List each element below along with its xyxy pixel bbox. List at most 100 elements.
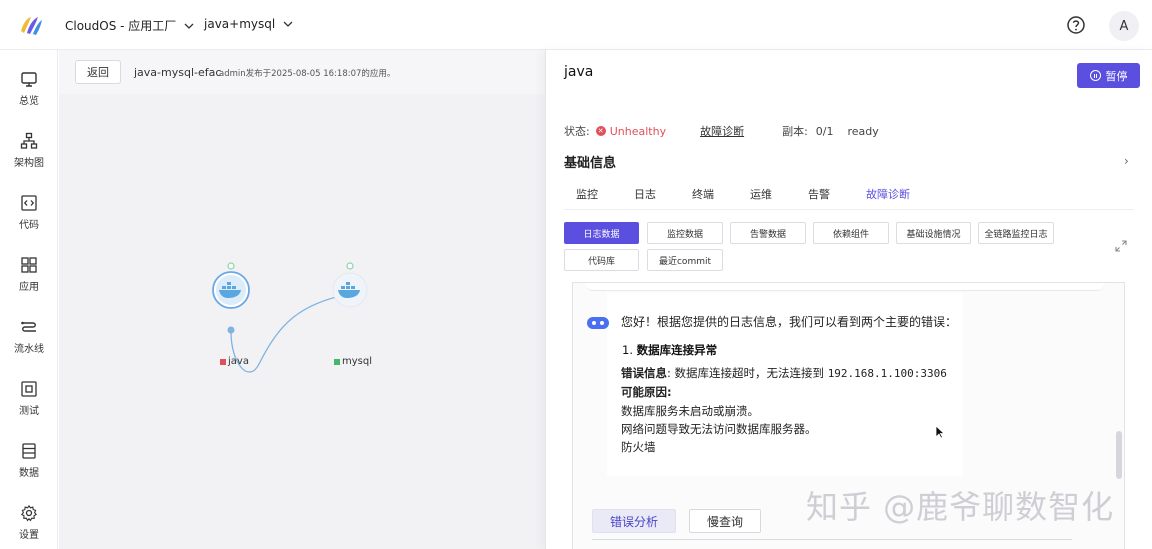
tab-diagnosis[interactable]: 故障诊断 <box>854 182 922 208</box>
tab-logs[interactable]: 日志 <box>622 182 668 208</box>
pause-icon <box>1089 70 1101 81</box>
app-logo-icon[interactable] <box>18 13 44 37</box>
chevron-right-icon[interactable]: › <box>1124 154 1129 168</box>
data-icon <box>22 442 36 459</box>
replica-label: 副本: <box>782 125 808 138</box>
subtab-alert-data[interactable]: 告警数据 <box>730 222 806 244</box>
error-info-line: 错误信息: 数据库连接超时，无法连接到 192.168.1.100:3306 <box>621 365 947 381</box>
subtab-log-data[interactable]: 日志数据 <box>564 222 639 244</box>
status-square <box>220 358 226 365</box>
subtab-infrastructure[interactable]: 基础设施情况 <box>896 222 971 244</box>
mysql-node[interactable] <box>332 272 368 308</box>
sidebar-item-data[interactable]: 数据 <box>0 434 58 486</box>
sidebar-item-label: 数据 <box>19 467 39 479</box>
sidebar-item-pipeline[interactable]: 流水线 <box>0 310 58 362</box>
sidebar-item-label: 总览 <box>19 95 39 107</box>
slow-query-chip[interactable]: 慢查询 <box>689 509 761 533</box>
ready-text: ready <box>847 124 879 138</box>
app-name: java-mysql-efac <box>134 66 222 79</box>
mysql-node-anchor <box>346 262 354 270</box>
issue-title: 数据库连接异常 <box>636 343 718 357</box>
monitor-icon <box>21 71 37 87</box>
cause-item: 防火墙 <box>621 440 656 454</box>
java-node-anchor <box>227 262 235 270</box>
project-selector-label: java+mysql <box>204 17 276 31</box>
tab-divider <box>564 209 1134 210</box>
issue-heading: 1. 数据库连接异常 <box>622 342 717 358</box>
topology-canvas[interactable] <box>59 94 545 549</box>
error-info-label: 错误信息 <box>621 366 667 380</box>
status-row: 状态: ✕ Unhealthy 故障诊断 副本: 0/1 ready <box>564 123 879 139</box>
assistant-greeting: 您好！根据您提供的日志信息，我们可以看到两个主要的错误： <box>621 315 958 329</box>
top-bar: CloudOS - 应用工厂 java+mysql A <box>0 0 1152 50</box>
cause-item: 数据库服务未启动或崩溃。 <box>621 404 759 418</box>
back-button[interactable]: 返回 <box>75 60 121 84</box>
error-info-text: : 数据库连接超时，无法连接到 <box>667 366 825 380</box>
chat-scrollbar[interactable] <box>1116 431 1122 479</box>
sidebar-item-label: 设置 <box>19 529 39 541</box>
tab-alerts[interactable]: 告警 <box>796 182 842 208</box>
sidebar-item-label: 架构图 <box>14 157 44 169</box>
cause-label-line: 可能原因: <box>621 384 672 400</box>
error-address: 192.168.1.100:3306 <box>827 367 947 380</box>
java-node[interactable] <box>212 271 250 309</box>
sidebar-item-test[interactable]: 测试 <box>0 372 58 424</box>
topology-area: 返回 java-mysql-efac admin发布于2025-08-05 16… <box>59 50 545 549</box>
diagnose-link[interactable]: 故障诊断 <box>700 123 744 139</box>
org-selector[interactable]: CloudOS - 应用工厂 <box>65 17 194 34</box>
subtab-monitor-data[interactable]: 监控数据 <box>647 222 723 244</box>
help-icon[interactable] <box>1066 15 1086 35</box>
sidebar: 总览 架构图 代码 应用 流水线 测试 数据 设置 <box>0 50 58 549</box>
chevron-down-icon <box>283 21 293 27</box>
node-name: mysql <box>342 356 372 367</box>
java-node-label: java <box>220 356 249 367</box>
sidebar-item-architecture[interactable]: 架构图 <box>0 124 58 176</box>
issue-number: 1. <box>622 343 633 357</box>
sidebar-item-label: 流水线 <box>14 343 44 355</box>
gear-icon <box>20 504 38 521</box>
section-title: 基础信息 <box>564 156 617 171</box>
subtab-recent-commit[interactable]: 最近commit <box>647 249 723 271</box>
error-analysis-chip[interactable]: 错误分析 <box>592 509 676 533</box>
expand-icon[interactable] <box>1115 240 1127 252</box>
org-selector-label: CloudOS - 应用工厂 <box>65 19 177 33</box>
previous-message-edge <box>585 283 1105 291</box>
subtab-repository[interactable]: 代码库 <box>564 249 639 271</box>
status-label: 状态: <box>564 125 590 138</box>
sidebar-item-overview[interactable]: 总览 <box>0 62 58 114</box>
mouse-cursor-icon <box>935 425 945 439</box>
sidebar-item-apps[interactable]: 应用 <box>0 248 58 300</box>
edge-endpoint <box>227 326 235 334</box>
pause-button-label: 暂停 <box>1105 69 1128 83</box>
tab-ops[interactable]: 运维 <box>738 182 784 208</box>
sidebar-item-label: 代码 <box>19 219 39 231</box>
ai-chat-box: 您好！根据您提供的日志信息，我们可以看到两个主要的错误： 1. 数据库连接异常 … <box>572 282 1125 549</box>
service-detail-panel: java 暂停 状态: ✕ Unhealthy 故障诊断 副本: 0/1 rea… <box>545 50 1152 549</box>
tab-terminal[interactable]: 终端 <box>680 182 726 208</box>
app-publish-meta: admin发布于2025-08-05 16:18:07的应用。 <box>219 69 396 79</box>
status-badge: Unhealthy <box>609 124 667 138</box>
chevron-down-icon <box>184 23 194 29</box>
mysql-node-label: mysql <box>334 356 372 367</box>
user-avatar[interactable]: A <box>1109 11 1139 41</box>
app-header-bar: 返回 java-mysql-efac admin发布于2025-08-05 16… <box>59 50 545 94</box>
code-icon <box>21 194 37 211</box>
robot-icon <box>587 317 609 329</box>
tab-monitor[interactable]: 监控 <box>564 182 610 208</box>
tab-bar: 监控 日志 终端 运维 告警 故障诊断 <box>564 182 934 208</box>
error-icon: ✕ <box>595 126 606 136</box>
sidebar-item-code[interactable]: 代码 <box>0 186 58 238</box>
node-name: java <box>228 356 249 367</box>
subtab-dependencies[interactable]: 依赖组件 <box>813 222 889 244</box>
status-square <box>334 358 340 365</box>
sidebar-item-label: 应用 <box>19 281 39 293</box>
panel-title: java <box>564 64 594 80</box>
pause-button[interactable]: 暂停 <box>1077 63 1140 88</box>
subtab-tracing-logs[interactable]: 全链路监控日志 <box>978 222 1054 244</box>
cause-item: 网络问题导致无法访问数据库服务器。 <box>621 422 817 436</box>
test-icon <box>21 380 37 397</box>
chip-divider <box>592 539 1072 540</box>
replica-value: 0/1 <box>815 124 834 138</box>
sidebar-item-settings[interactable]: 设置 <box>0 496 58 548</box>
project-selector[interactable]: java+mysql <box>204 17 293 31</box>
